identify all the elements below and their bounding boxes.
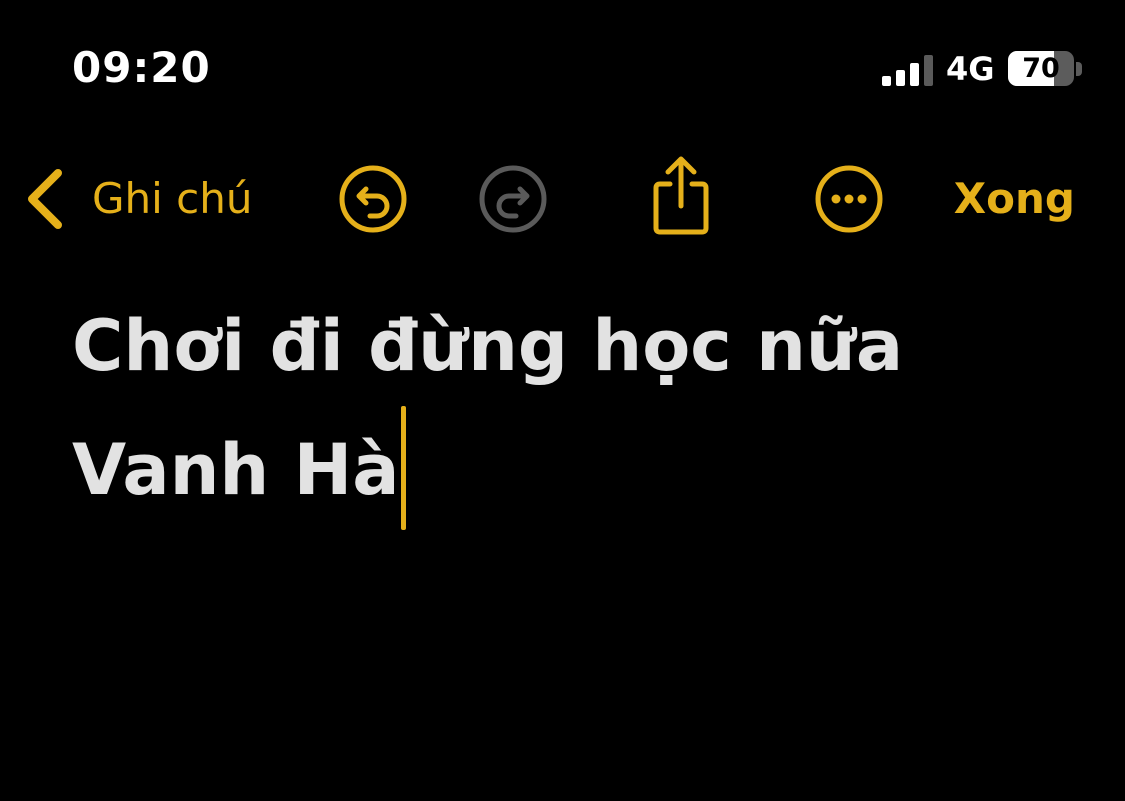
battery-cap [1076, 62, 1082, 76]
note-editor[interactable]: Chơi đi đừng học nữa Vanh Hà [72, 286, 1072, 530]
more-options-button[interactable] [812, 162, 886, 236]
back-button[interactable]: Ghi chú [22, 164, 253, 234]
undo-button[interactable] [336, 162, 410, 236]
notes-editor-screen: 09:20 4G 70 Ghi chú Xong Chơi đi đừng họ… [0, 0, 1125, 801]
note-title-line[interactable]: Chơi đi đừng học nữa [72, 286, 1072, 406]
battery-level: 70 [1022, 53, 1060, 84]
note-body-line[interactable]: Vanh Hà [72, 406, 1072, 530]
status-bar: 09:20 4G 70 [0, 0, 1125, 130]
status-time: 09:20 [72, 43, 211, 92]
done-button[interactable]: Xong [954, 164, 1075, 234]
chevron-left-icon [22, 167, 66, 231]
more-icon [812, 162, 886, 236]
battery-icon: 70 [1008, 51, 1074, 86]
note-body-text[interactable]: Vanh Hà [72, 429, 399, 511]
share-button[interactable] [644, 154, 718, 235]
undo-icon [336, 162, 410, 236]
back-button-label: Ghi chú [92, 174, 253, 223]
network-type: 4G [946, 50, 995, 88]
cellular-signal-icon [882, 52, 934, 86]
redo-icon [476, 162, 550, 236]
note-toolbar: Ghi chú Xong [0, 150, 1125, 250]
redo-button[interactable] [476, 162, 550, 236]
share-icon [644, 154, 718, 238]
text-cursor [401, 406, 407, 530]
